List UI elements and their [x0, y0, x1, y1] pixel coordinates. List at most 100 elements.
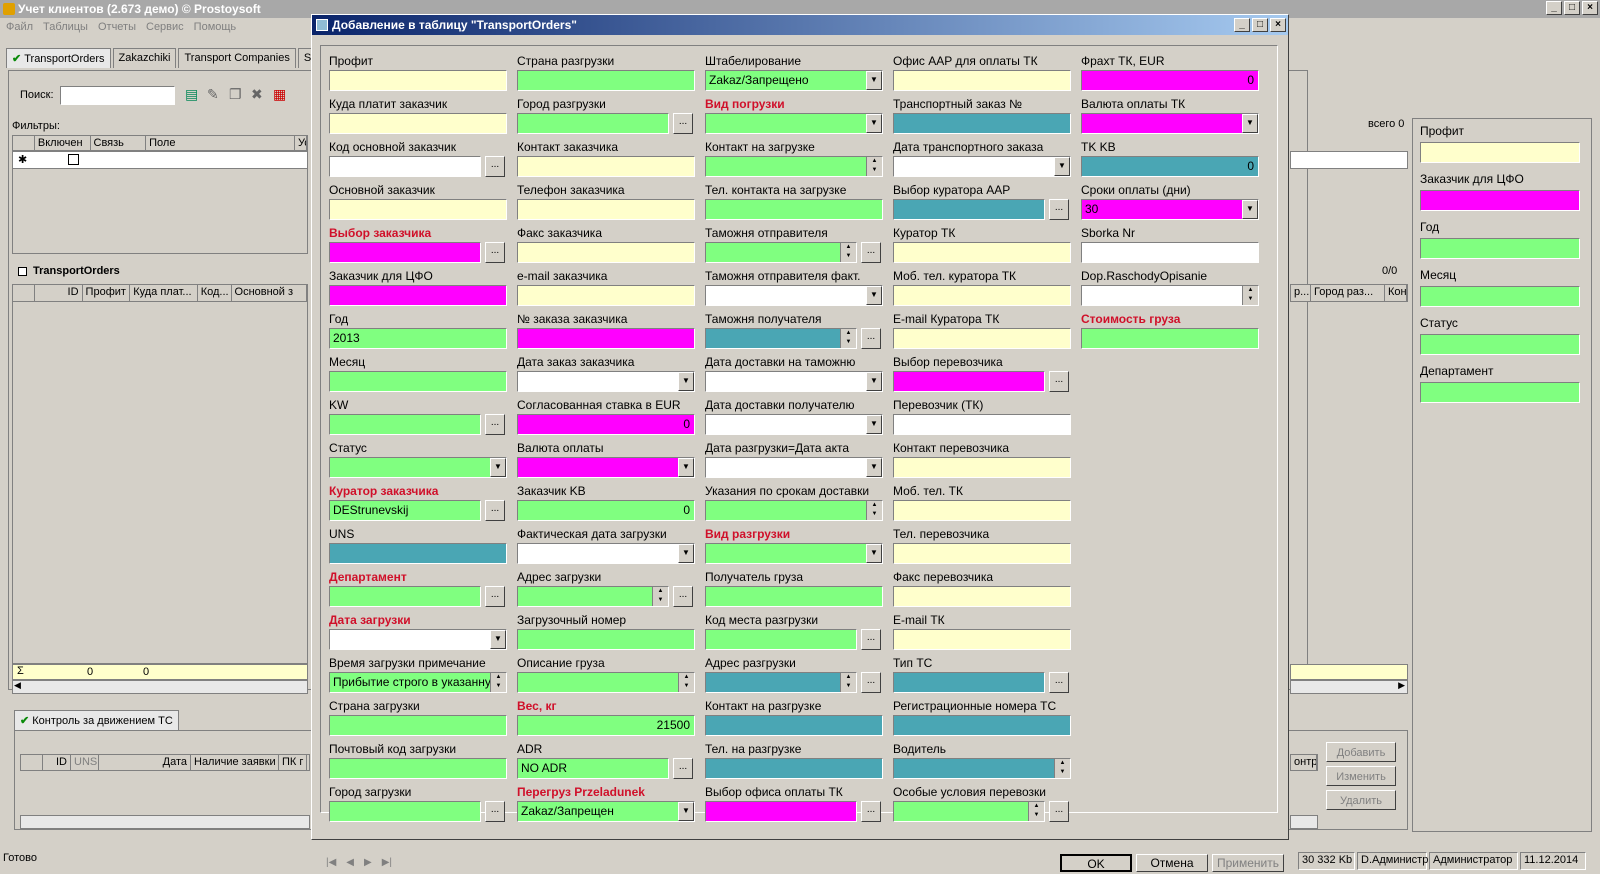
form-field[interactable]	[517, 328, 695, 349]
form-field[interactable]	[329, 801, 481, 822]
form-field[interactable]	[517, 70, 695, 91]
browse-button[interactable]: ...	[861, 672, 881, 693]
dropdown-arrow-icon[interactable]: ▼	[1242, 200, 1258, 219]
menu-file[interactable]: Файл	[6, 21, 33, 33]
first-record-icon[interactable]: |◀	[326, 857, 336, 868]
dropdown-arrow-icon[interactable]: ▼	[866, 544, 882, 563]
rp-department-field[interactable]	[1420, 382, 1580, 403]
browse-button[interactable]: ...	[1049, 199, 1069, 220]
grid-hscroll-right[interactable]: ▶	[1290, 680, 1408, 694]
browse-button[interactable]: ...	[485, 500, 505, 521]
form-field[interactable]: ▼	[705, 113, 883, 134]
browse-button[interactable]: ...	[485, 156, 505, 177]
form-field[interactable]	[893, 672, 1045, 693]
form-field[interactable]: ▲ ▼	[705, 156, 883, 177]
delete-button[interactable]: Удалить	[1326, 790, 1396, 810]
form-field[interactable]	[329, 371, 507, 392]
form-field[interactable]: ▲ ▼	[517, 586, 669, 607]
form-field[interactable]	[329, 586, 481, 607]
bottom-col-pk[interactable]: ПК г	[279, 755, 307, 770]
tab-transportorders[interactable]: ✔ TransportOrders	[6, 48, 111, 68]
form-field[interactable]: ▼	[517, 457, 695, 478]
form-field[interactable]: ▲ ▼	[893, 801, 1045, 822]
dropdown-arrow-icon[interactable]: ▼	[678, 372, 694, 391]
form-field[interactable]	[893, 199, 1045, 220]
browse-button[interactable]: ...	[861, 328, 881, 349]
form-field[interactable]: ▲ ▼	[705, 500, 883, 521]
form-field[interactable]	[893, 715, 1071, 736]
filter-enabled-checkbox[interactable]	[68, 154, 79, 165]
grid-col-profit[interactable]: Профит	[83, 285, 131, 301]
form-field[interactable]: ▼	[705, 543, 883, 564]
search-input[interactable]	[60, 86, 175, 105]
grid-col-id[interactable]: ID	[35, 285, 83, 301]
dropdown-arrow-icon[interactable]: ▼	[866, 458, 882, 477]
spinner-icon[interactable]: ▲ ▼	[490, 673, 506, 692]
browse-button[interactable]: ...	[485, 586, 505, 607]
minimize-button[interactable]: _	[1546, 1, 1562, 15]
form-field[interactable]: ▼	[329, 629, 507, 650]
form-field[interactable]: 0	[1081, 156, 1259, 177]
spinner-icon[interactable]: ▲ ▼	[840, 673, 856, 692]
browse-button[interactable]: ...	[673, 113, 693, 134]
form-field[interactable]	[893, 457, 1071, 478]
form-field[interactable]	[517, 629, 695, 650]
form-field[interactable]: ▼	[517, 371, 695, 392]
dropdown-arrow-icon[interactable]: ▼	[678, 458, 694, 477]
bottom-col-request[interactable]: Наличие заявки	[191, 755, 279, 770]
spinner-icon[interactable]: ▲ ▼	[1054, 759, 1070, 778]
dropdown-arrow-icon[interactable]: ▼	[866, 71, 882, 90]
form-field[interactable]: 2013	[329, 328, 507, 349]
browse-button[interactable]: ...	[1049, 672, 1069, 693]
form-field[interactable]: ▲ ▼	[705, 672, 857, 693]
spinner-icon[interactable]: ▲ ▼	[866, 157, 882, 176]
grid-hscroll[interactable]: ◀	[12, 680, 308, 694]
form-field[interactable]: ▼	[705, 414, 883, 435]
form-field[interactable]	[517, 113, 669, 134]
add-record-icon[interactable]: ▤	[185, 86, 203, 104]
form-field[interactable]	[893, 500, 1071, 521]
form-field[interactable]	[893, 371, 1045, 392]
form-field[interactable]	[1081, 328, 1259, 349]
browse-button[interactable]: ...	[673, 586, 693, 607]
form-field[interactable]	[329, 414, 481, 435]
form-field[interactable]: ▼	[1081, 113, 1259, 134]
form-field[interactable]	[329, 242, 481, 263]
dropdown-arrow-icon[interactable]: ▼	[1242, 114, 1258, 133]
grid-col-main[interactable]: Основной з	[232, 285, 307, 301]
rp-cfo-field[interactable]	[1420, 190, 1580, 211]
browse-button[interactable]: ...	[485, 242, 505, 263]
grid-col-r1[interactable]: р...	[1291, 285, 1311, 301]
rp-year-field[interactable]	[1420, 238, 1580, 259]
form-field[interactable]: ▼	[893, 156, 1071, 177]
browse-button[interactable]: ...	[485, 801, 505, 822]
dialog-maximize-button[interactable]: □	[1252, 18, 1268, 32]
form-field[interactable]	[329, 758, 507, 779]
form-field[interactable]	[705, 715, 883, 736]
grid-col-r2[interactable]: Город раз...	[1311, 285, 1385, 301]
spinner-icon[interactable]: ▲ ▼	[866, 501, 882, 520]
dialog-minimize-button[interactable]: _	[1234, 18, 1250, 32]
delete-table-icon[interactable]: ▦	[273, 86, 291, 104]
form-field[interactable]	[705, 199, 883, 220]
ok-button[interactable]: OK	[1060, 854, 1132, 872]
form-field[interactable]	[517, 285, 695, 306]
dropdown-arrow-icon[interactable]: ▼	[678, 802, 694, 821]
form-field[interactable]: 0	[517, 500, 695, 521]
tab-movement-control[interactable]: ✔ Контроль за движением ТС	[14, 710, 179, 730]
dropdown-arrow-icon[interactable]: ▼	[866, 415, 882, 434]
dropdown-arrow-icon[interactable]: ▼	[490, 458, 506, 477]
form-field[interactable]: ▼	[705, 457, 883, 478]
spinner-icon[interactable]: ▲ ▼	[840, 243, 856, 262]
grid-col-r3[interactable]: Кон	[1385, 285, 1407, 301]
tab-zakazchiki[interactable]: Zakazchiki	[112, 48, 177, 68]
bottom-hscroll[interactable]	[20, 815, 310, 829]
form-field[interactable]	[893, 414, 1071, 435]
form-field[interactable]	[893, 242, 1071, 263]
form-field[interactable]	[893, 543, 1071, 564]
prev-record-icon[interactable]: ◀	[346, 857, 354, 868]
menu-service[interactable]: Сервис	[146, 21, 184, 33]
filter-row[interactable]: ✱	[12, 151, 308, 169]
apply-button[interactable]: Применить	[1212, 854, 1284, 872]
browse-button[interactable]: ...	[673, 758, 693, 779]
